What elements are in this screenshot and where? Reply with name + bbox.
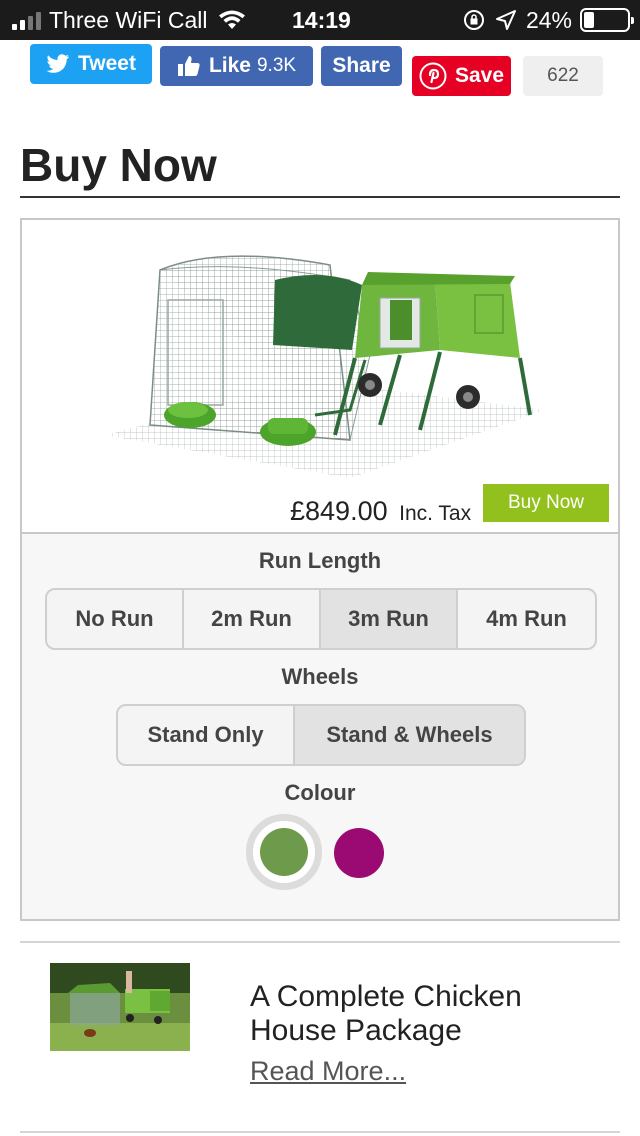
- price: £849.00 Inc. Tax: [290, 496, 471, 527]
- package-title: A Complete Chicken House Package: [250, 980, 522, 1047]
- pinterest-icon: [419, 62, 447, 90]
- battery-icon: [580, 8, 634, 32]
- colour-swatch-green-fill: [260, 828, 308, 876]
- save-label: Save: [454, 64, 505, 87]
- wheel-option-stand-and-wheels[interactable]: Stand & Wheels: [295, 706, 524, 764]
- section-divider-bottom: [20, 1131, 620, 1133]
- run-option-3m[interactable]: 3m Run: [321, 590, 458, 648]
- chicken-coop-image[interactable]: [100, 240, 550, 490]
- share-bar: Tweet Like 9.3K Share Save 622: [0, 40, 640, 104]
- battery-percent: 24%: [525, 6, 572, 33]
- colour-label: Colour: [284, 780, 356, 805]
- location-icon: [495, 10, 516, 30]
- rotation-lock-icon: [463, 10, 484, 30]
- carrier-name: Three WiFi Call: [49, 6, 208, 33]
- clock: 14:19: [292, 7, 351, 33]
- product-options: Run Length No Run 2m Run 3m Run 4m Run W…: [22, 532, 618, 919]
- section-divider: [20, 941, 620, 943]
- status-bar: Three WiFi Call 14:19 24%: [0, 0, 640, 40]
- run-length-label: Run Length: [258, 548, 382, 573]
- buy-now-button[interactable]: Buy Now: [483, 484, 609, 522]
- like-count: 9.3K: [256, 55, 297, 76]
- run-option-2m[interactable]: 2m Run: [184, 590, 321, 648]
- pinterest-save-count: 622: [523, 56, 603, 96]
- signal-icon: [12, 10, 41, 30]
- like-label: Like: [208, 54, 251, 77]
- read-more-link[interactable]: Read More...: [250, 1056, 406, 1087]
- tweet-button[interactable]: Tweet: [30, 44, 152, 84]
- facebook-like-button[interactable]: Like 9.3K: [160, 46, 313, 86]
- heading-divider: [20, 196, 620, 198]
- wheels-label: Wheels: [281, 664, 359, 689]
- facebook-share-button[interactable]: Share: [321, 46, 402, 86]
- wheel-option-stand-only[interactable]: Stand Only: [118, 706, 295, 764]
- wheels-selector: Stand Only Stand & Wheels: [116, 704, 526, 766]
- product-card: £849.00 Inc. Tax Buy Now Run Length No R…: [20, 218, 620, 921]
- colour-swatch-green[interactable]: [246, 814, 322, 890]
- colour-swatch-purple[interactable]: [334, 828, 384, 878]
- price-tax-note: Inc. Tax: [399, 502, 472, 525]
- twitter-bird-icon: [46, 54, 70, 74]
- wifi-icon: [219, 10, 246, 29]
- pinterest-save-button[interactable]: Save: [412, 56, 511, 96]
- run-option-4m[interactable]: 4m Run: [458, 590, 595, 648]
- package-thumbnail[interactable]: [50, 963, 190, 1051]
- run-option-no-run[interactable]: No Run: [47, 590, 184, 648]
- price-value: £849.00: [290, 496, 388, 526]
- tweet-label: Tweet: [78, 52, 136, 75]
- page-title: Buy Now: [20, 139, 217, 191]
- run-length-selector: No Run 2m Run 3m Run 4m Run: [45, 588, 597, 650]
- thumbs-up-icon: [177, 55, 201, 77]
- share-label: Share: [332, 54, 391, 77]
